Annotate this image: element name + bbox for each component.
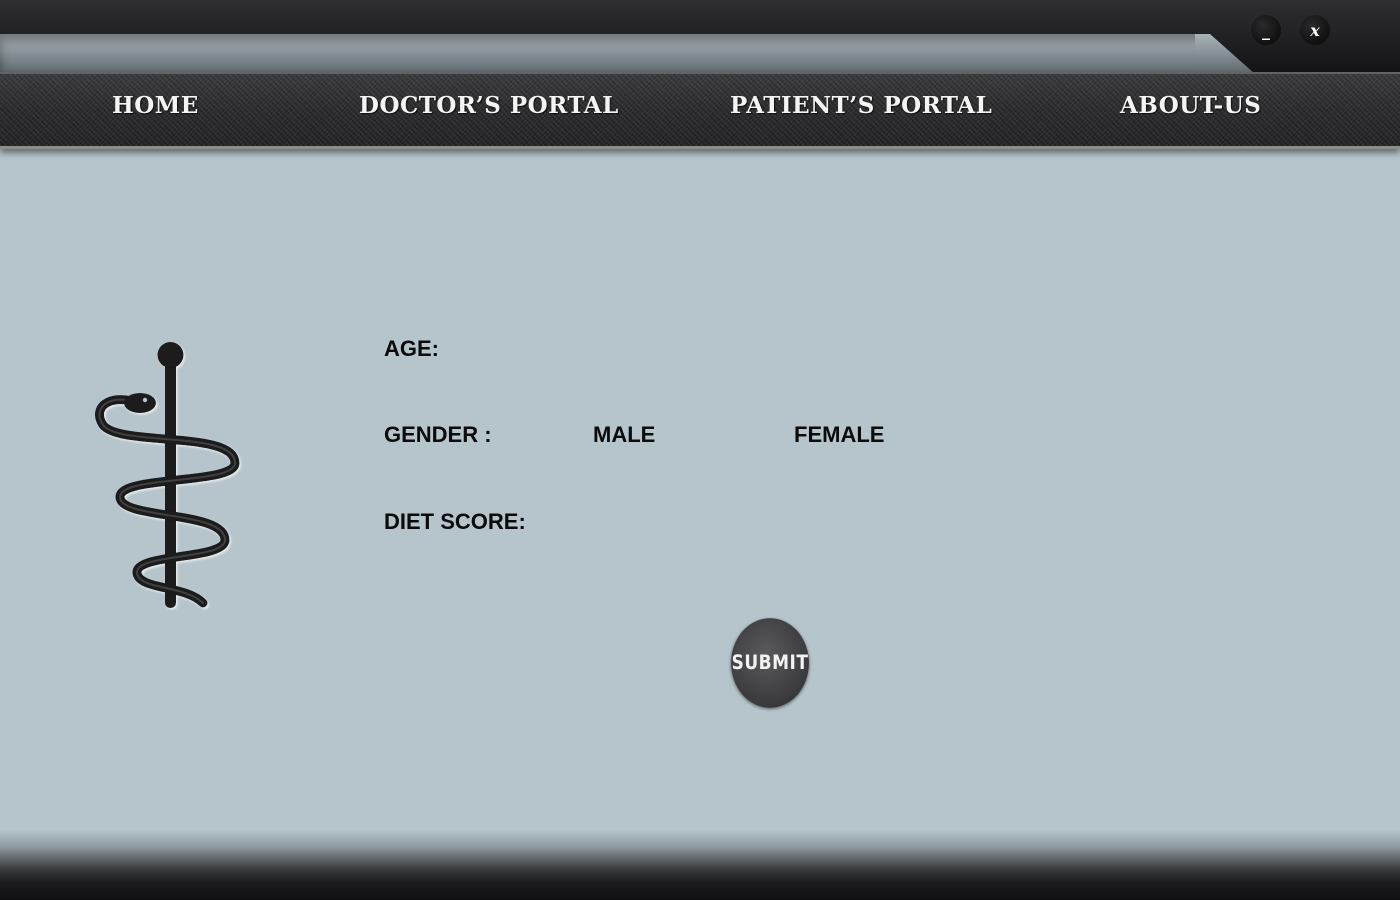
minimize-icon: _	[1262, 20, 1270, 40]
main-navigation: HOME DOCTOR’S PORTAL PATIENT’S PORTAL AB…	[0, 72, 1400, 149]
close-button[interactable]: x	[1300, 15, 1330, 45]
gender-label: GENDER :	[384, 422, 492, 447]
nav-item-about-us[interactable]: ABOUT-US	[1120, 92, 1261, 119]
nav-item-doctors-portal[interactable]: DOCTOR’S PORTAL	[359, 92, 619, 119]
gender-option-male[interactable]: MALE	[593, 422, 655, 448]
gender-option-female[interactable]: FEMALE	[794, 422, 884, 448]
close-icon: x	[1310, 20, 1320, 40]
nav-item-patients-portal[interactable]: PATIENT’S PORTAL	[730, 92, 992, 119]
rod-of-asclepius-icon	[95, 342, 240, 608]
diet-score-label: DIET SCORE:	[384, 509, 526, 534]
age-label: AGE:	[384, 336, 439, 361]
title-bar-strip	[0, 34, 1205, 74]
minimize-button[interactable]: _	[1251, 15, 1281, 45]
nav-item-home[interactable]: HOME	[112, 92, 199, 119]
submit-label: SUBMIT	[731, 651, 809, 675]
bottom-bar	[0, 830, 1400, 900]
submit-button[interactable]: SUBMIT	[731, 618, 809, 708]
